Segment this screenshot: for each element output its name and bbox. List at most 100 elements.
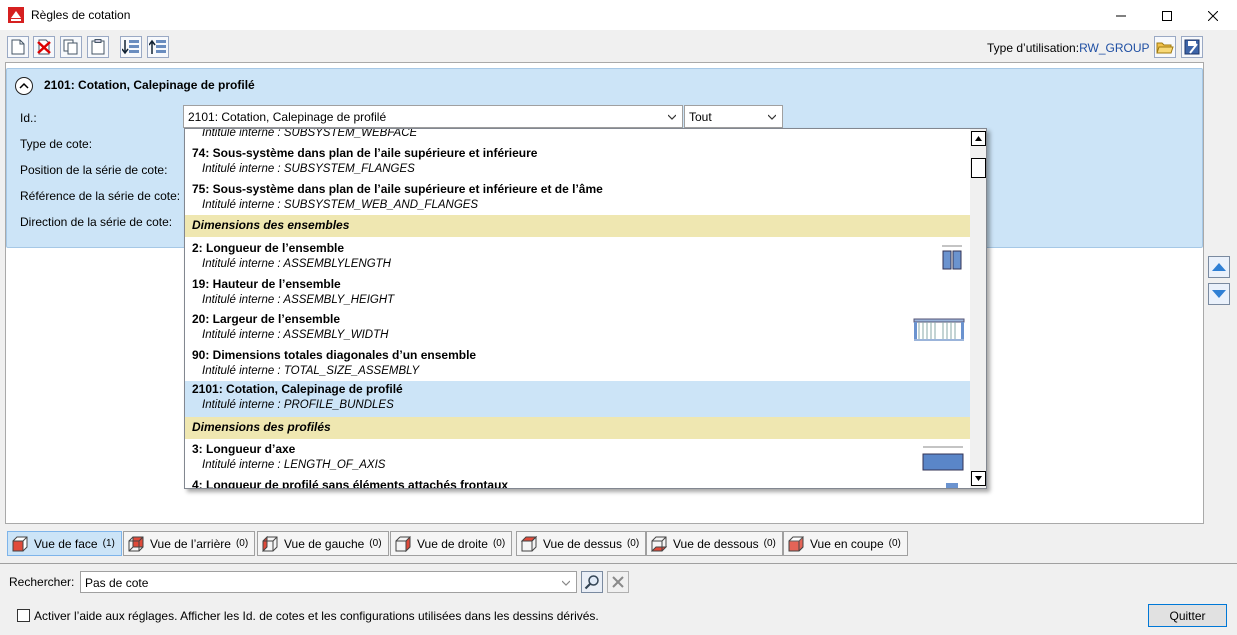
tab-section-view[interactable]: Vue en coupe (0) <box>783 531 908 556</box>
cube-section-icon <box>788 535 804 551</box>
cube-bottom-icon <box>651 536 667 551</box>
series-reference-label: Référence de la série de cote: <box>20 189 181 203</box>
list-item-title: 4: Longueur de profilé sans éléments att… <box>192 478 509 488</box>
usage-type-value: RW_GROUP <box>1079 41 1150 55</box>
list-item[interactable]: 4: Longueur de profilé sans éléments att… <box>185 477 970 488</box>
tab-label: Vue de droite <box>417 536 488 551</box>
list-item-title: 74: Sous-système dans plan de l’aile sup… <box>192 146 538 160</box>
delete-rule-button[interactable] <box>33 36 55 58</box>
move-rule-up-button[interactable] <box>1208 256 1230 278</box>
move-rule-down-button[interactable] <box>1208 283 1230 305</box>
cube-top-icon <box>521 535 537 551</box>
arrow-down-icon <box>1212 290 1226 298</box>
new-rule-button[interactable] <box>7 36 29 58</box>
list-item-subtitle: Intitulé interne : LENGTH_OF_AXIS <box>202 459 386 471</box>
profile-length-thumbnail-icon <box>946 483 958 488</box>
scroll-up-button[interactable] <box>971 131 986 146</box>
series-position-label: Position de la série de cote: <box>20 163 168 177</box>
dropdown-viewport: Intitulé interne : SUBSYSTEM_WEBFACE 74:… <box>185 129 970 488</box>
search-combobox[interactable]: Pas de cote <box>80 571 577 593</box>
clear-icon <box>612 576 624 588</box>
save-settings-icon <box>1184 39 1200 55</box>
search-icon <box>584 575 599 590</box>
tab-label: Vue de face <box>34 536 98 551</box>
cube-right-icon <box>395 535 411 552</box>
new-document-icon <box>11 39 25 55</box>
maximize-button[interactable] <box>1144 0 1190 31</box>
tab-label: Vue de dessous <box>673 536 759 551</box>
clear-search-button[interactable] <box>607 571 629 593</box>
cube-front-icon <box>12 536 28 551</box>
list-item-subtitle: Intitulé interne : SUBSYSTEM_WEB_AND_FLA… <box>202 199 479 211</box>
open-folder-button[interactable] <box>1154 36 1176 58</box>
list-item[interactable]: 2: Longueur de l’ensemble Intitulé inter… <box>185 240 970 276</box>
tab-front-view[interactable]: Vue de face (1) <box>7 531 122 556</box>
paste-rule-button[interactable] <box>87 36 109 58</box>
open-folder-icon <box>1156 42 1174 54</box>
group-header: Dimensions des profilés <box>185 417 970 439</box>
minimize-button[interactable] <box>1098 0 1144 31</box>
settings-help-label: Activer l’aide aux réglages. Afficher le… <box>34 609 599 623</box>
move-up-icon <box>149 39 166 54</box>
window-title: Règles de cotation <box>31 8 131 22</box>
list-item[interactable]: 3: Longueur d’axe Intitulé interne : LEN… <box>185 441 970 477</box>
list-item-title: 90: Dimensions totales diagonales d’un e… <box>192 348 477 362</box>
search-combobox-value: Pas de cote <box>85 576 149 590</box>
minimize-icon <box>1116 15 1126 16</box>
list-item[interactable]: 74: Sous-système dans plan de l’aile sup… <box>185 145 970 181</box>
tab-label: Vue en coupe <box>810 536 884 551</box>
dropdown-scrollbar[interactable] <box>970 129 986 488</box>
tab-count: (0) <box>369 538 382 549</box>
list-item[interactable]: 19: Hauteur de l’ensemble Intitulé inter… <box>185 276 970 312</box>
title-bar <box>0 0 1237 31</box>
copy-icon <box>63 39 78 55</box>
tab-bottom-view[interactable]: Vue de dessous (0) <box>646 531 783 556</box>
tab-count: (0) <box>492 538 506 549</box>
app-logo-icon <box>8 7 24 23</box>
tab-count: (1) <box>102 538 115 549</box>
assembly-length-thumbnail-icon <box>942 245 962 270</box>
list-item[interactable]: 90: Dimensions totales diagonales d’un e… <box>185 347 970 383</box>
chevron-down-icon <box>562 580 570 586</box>
list-item-subtitle: Intitulé interne : ASSEMBLYLENGTH <box>202 258 391 270</box>
settings-help-checkbox[interactable] <box>17 609 30 622</box>
tab-count: (0) <box>763 538 776 549</box>
id-dropdown-list[interactable]: Intitulé interne : SUBSYSTEM_WEBFACE 74:… <box>184 128 987 489</box>
cube-back-icon <box>128 536 144 551</box>
list-item-title: 2101: Cotation, Calepinage de profilé <box>192 382 403 396</box>
tab-count: (0) <box>235 538 249 549</box>
scope-combobox[interactable]: Tout <box>684 105 783 128</box>
search-button[interactable] <box>581 571 603 593</box>
tab-back-view[interactable]: Vue de l’arrière (0) <box>123 531 256 556</box>
cube-left-icon <box>262 535 278 552</box>
quit-button[interactable]: Quitter <box>1148 604 1227 627</box>
save-settings-button[interactable] <box>1181 36 1203 58</box>
tab-label: Vue de dessus <box>543 536 622 551</box>
dimension-type-label: Type de cote: <box>20 137 93 151</box>
id-combobox-value: 2101: Cotation, Calepinage de profilé <box>188 110 387 124</box>
move-down-icon <box>122 40 139 55</box>
tab-left-view[interactable]: Vue de gauche (0) <box>257 531 389 556</box>
copy-rule-button[interactable] <box>60 36 82 58</box>
tab-top-view[interactable]: Vue de dessus (0) <box>516 531 647 556</box>
list-item-selected[interactable]: 2101: Cotation, Calepinage de profilé In… <box>185 381 970 417</box>
close-button[interactable] <box>1190 0 1236 31</box>
list-item-subtitle: Intitulé interne : ASSEMBLY_HEIGHT <box>202 294 395 306</box>
chevron-down-icon <box>668 114 676 120</box>
scroll-thumb[interactable] <box>971 158 986 178</box>
list-item-subtitle: Intitulé interne : PROFILE_BUNDLES <box>202 399 394 411</box>
usage-type-label: Type d’utilisation:RW_GROUP <box>987 41 1150 55</box>
scroll-down-button[interactable] <box>971 471 986 486</box>
list-item[interactable]: 20: Largeur de l’ensemble Intitulé inter… <box>185 311 970 347</box>
list-item-subtitle: Intitulé interne : ASSEMBLY_WIDTH <box>202 329 389 341</box>
tab-right-view[interactable]: Vue de droite (0) <box>390 531 513 556</box>
move-up-button[interactable] <box>147 36 169 58</box>
move-down-button[interactable] <box>120 36 142 58</box>
id-combobox[interactable]: 2101: Cotation, Calepinage de profilé <box>183 105 683 128</box>
triangle-down-icon <box>975 476 982 481</box>
list-item-title: 20: Largeur de l’ensemble <box>192 312 341 326</box>
collapse-button[interactable] <box>15 77 33 95</box>
list-item[interactable]: 75: Sous-système dans plan de l’aile sup… <box>185 181 970 217</box>
paste-icon <box>91 39 105 55</box>
divider <box>0 563 1237 564</box>
